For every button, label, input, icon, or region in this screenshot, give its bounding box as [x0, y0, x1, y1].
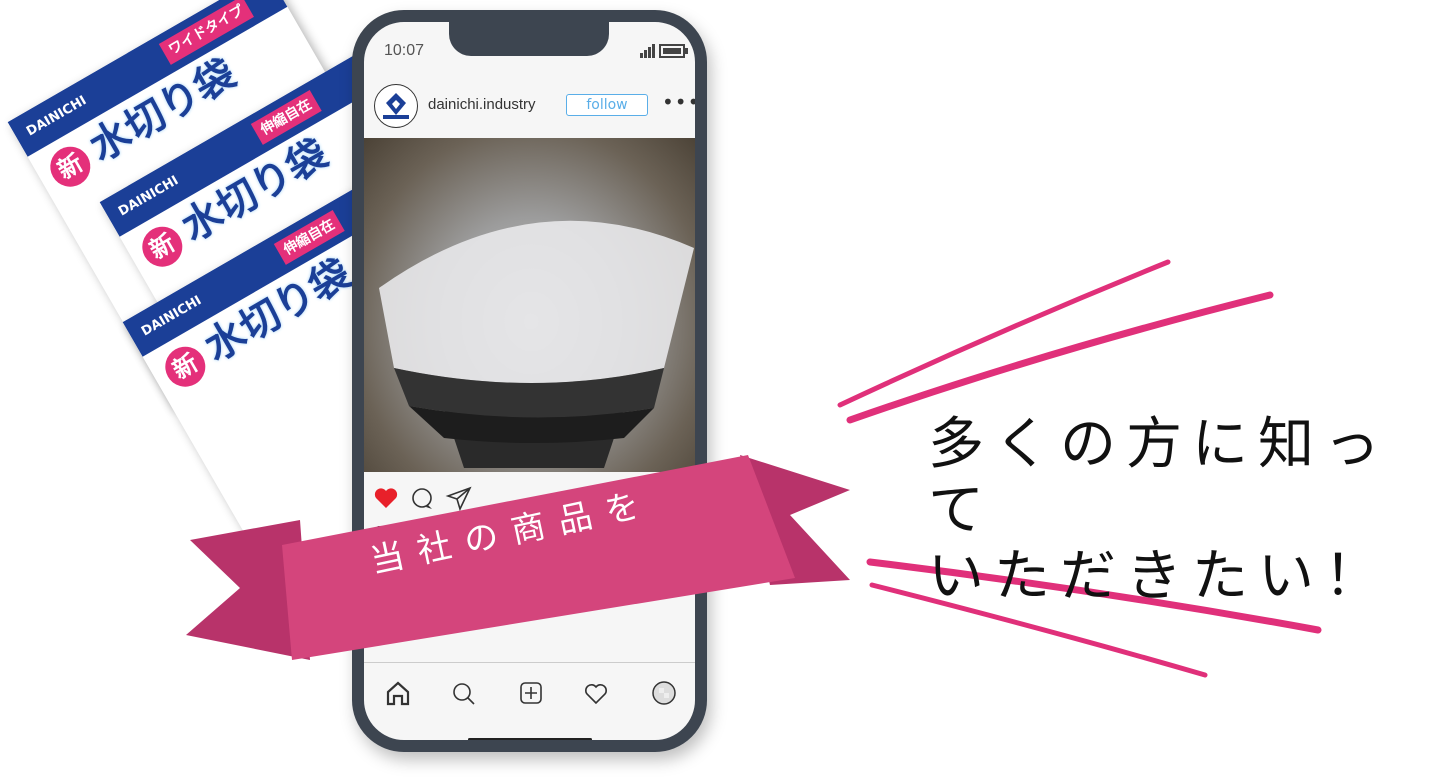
accent-lines	[837, 259, 1322, 678]
headline-message: 多くの方に知って いただきたい！	[928, 412, 1390, 609]
